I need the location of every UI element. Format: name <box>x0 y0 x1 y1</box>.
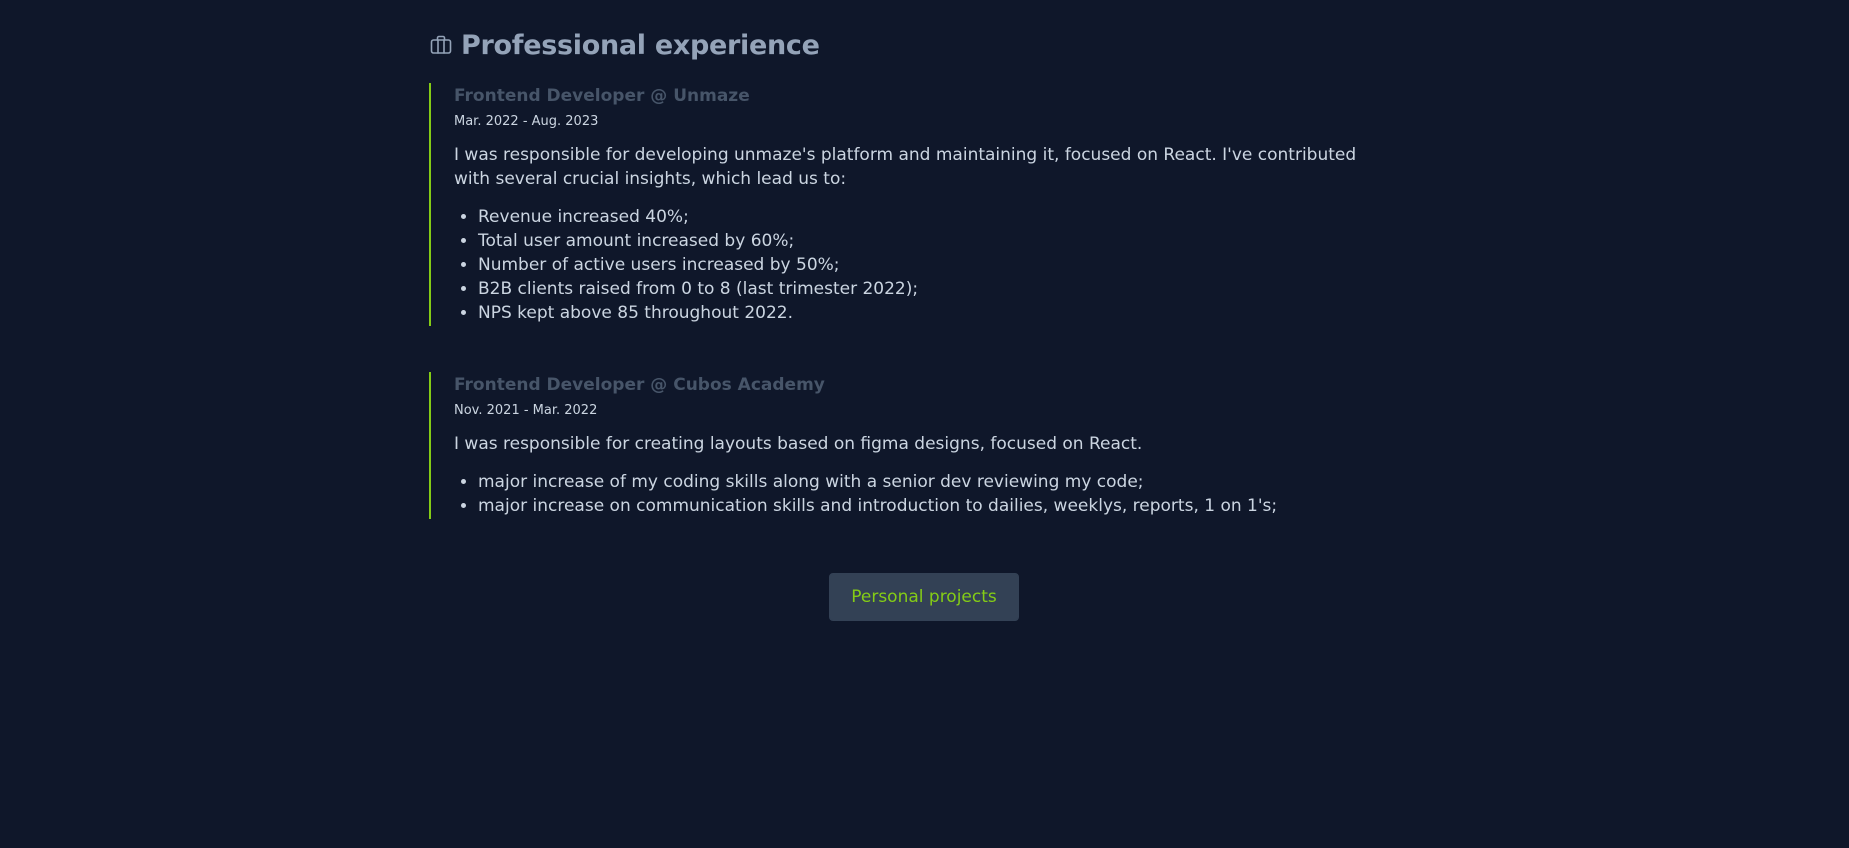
section-header: Professional experience <box>429 24 1369 66</box>
list-item: major increase on communication skills a… <box>478 494 1369 518</box>
list-item: B2B clients raised from 0 to 8 (last tri… <box>478 277 1369 301</box>
list-item: Revenue increased 40%; <box>478 205 1369 229</box>
job-description: I was responsible for developing unmaze'… <box>454 145 1357 189</box>
job-achievements-list: major increase of my coding skills along… <box>454 470 1369 518</box>
list-item: NPS kept above 85 throughout 2022. <box>478 301 1369 325</box>
job-title: Frontend Developer @ Unmaze <box>454 86 750 106</box>
job-description: I was responsible for creating layouts b… <box>454 434 1143 454</box>
section-title: Professional experience <box>461 29 820 61</box>
job-entry-unmaze: Frontend Developer @ Unmaze Mar. 2022 - … <box>429 83 1369 326</box>
experience-section: Professional experience Frontend Develop… <box>429 24 1369 519</box>
personal-projects-button[interactable]: Personal projects <box>829 573 1019 621</box>
job-achievements-list: Revenue increased 40%; Total user amount… <box>454 205 1369 325</box>
briefcase-icon <box>429 33 453 57</box>
list-item: major increase of my coding skills along… <box>478 470 1369 494</box>
job-entry-cubos-academy: Frontend Developer @ Cubos Academy Nov. … <box>429 372 1369 519</box>
list-item: Number of active users increased by 50%; <box>478 253 1369 277</box>
job-dates: Mar. 2022 - Aug. 2023 <box>454 114 599 129</box>
list-item: Total user amount increased by 60%; <box>478 229 1369 253</box>
job-dates: Nov. 2021 - Mar. 2022 <box>454 403 598 418</box>
job-title: Frontend Developer @ Cubos Academy <box>454 375 825 395</box>
